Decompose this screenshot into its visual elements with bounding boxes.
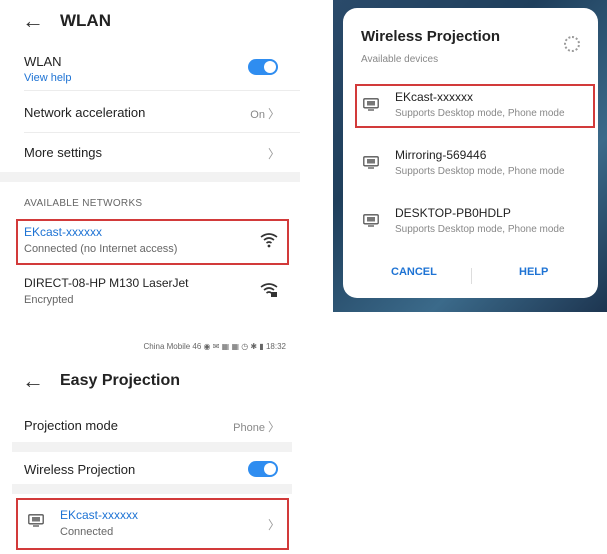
network-acceleration-status: On <box>250 109 265 121</box>
section-gap <box>0 172 300 182</box>
wireless-projection-label: Wireless Projection <box>24 462 136 477</box>
divider <box>24 90 300 91</box>
button-separator <box>471 268 472 284</box>
dialog-title: Wireless Projection <box>361 28 501 45</box>
section-gap <box>12 442 292 452</box>
easy-projection-panel: China Mobile 46 ◉ ✉ ▦ ▦ ◷ ✱ ▮ 18:32 ← Ea… <box>0 332 300 554</box>
wlan-toggle[interactable] <box>248 59 278 75</box>
view-help-link[interactable]: View help <box>24 72 280 84</box>
highlight-box <box>355 84 595 128</box>
network-name: DIRECT-08-HP M130 LaserJet <box>24 276 189 290</box>
page-title: Easy Projection <box>60 372 181 389</box>
network-acceleration-value: On 〉 <box>250 105 280 122</box>
network-acceleration-row[interactable]: Network acceleration On 〉 <box>24 105 280 122</box>
device-description: Supports Desktop mode, Phone mode <box>395 224 565 235</box>
chevron-right-icon: 〉 <box>267 420 280 434</box>
device-name: DESKTOP-PB0HDLP <box>395 206 511 220</box>
screen-mirror-icon <box>363 156 379 169</box>
loading-spinner-icon <box>564 36 580 52</box>
device-item-desktop[interactable]: DESKTOP-PB0HDLP Supports Desktop mode, P… <box>361 206 588 242</box>
wlan-label: WLAN <box>24 54 62 69</box>
device-description: Supports Desktop mode, Phone mode <box>395 166 565 177</box>
easy-projection-header: ← Easy Projection <box>22 370 180 392</box>
network-status: Encrypted <box>24 294 74 306</box>
divider <box>24 132 300 133</box>
wireless-projection-screen: Wireless Projection Available devices EK… <box>333 0 607 312</box>
cancel-button[interactable]: CANCEL <box>391 266 437 278</box>
network-item-direct-hp[interactable]: DIRECT-08-HP M130 LaserJet Encrypted <box>24 276 280 306</box>
status-bar: China Mobile 46 ◉ ✉ ▦ ▦ ◷ ✱ ▮ 18:32 <box>143 342 287 351</box>
back-arrow-icon[interactable]: ← <box>22 370 50 392</box>
highlight-box <box>16 219 289 265</box>
wlan-panel: ← WLAN WLAN View help Network accelerati… <box>0 0 300 310</box>
wifi-locked-icon <box>260 283 278 297</box>
projection-mode-value: Phone 〉 <box>233 418 280 435</box>
available-networks-heading: AVAILABLE NETWORKS <box>24 198 143 209</box>
wireless-projection-row: Wireless Projection <box>24 462 280 477</box>
page-title: WLAN <box>60 11 111 30</box>
help-button[interactable]: HELP <box>519 266 548 278</box>
wireless-projection-toggle[interactable] <box>248 461 278 477</box>
dialog-subtitle: Available devices <box>361 54 439 65</box>
wlan-toggle-row: WLAN View help <box>24 54 280 84</box>
device-name: Mirroring-569446 <box>395 148 487 162</box>
projection-mode-status: Phone <box>233 422 265 434</box>
toggle-knob <box>264 61 276 73</box>
device-item-mirroring[interactable]: Mirroring-569446 Supports Desktop mode, … <box>361 148 588 184</box>
section-gap <box>12 484 292 494</box>
highlight-box <box>16 498 289 550</box>
chevron-right-icon: 〉 <box>267 147 280 161</box>
more-settings-chevron: 〉 <box>265 145 280 162</box>
network-acceleration-label: Network acceleration <box>24 105 146 120</box>
dialog-button-row: CANCEL HELP <box>343 266 598 288</box>
more-settings-row[interactable]: More settings 〉 <box>24 145 280 162</box>
more-settings-label: More settings <box>24 145 103 160</box>
screen-mirror-icon <box>363 214 379 227</box>
wireless-projection-dialog: Wireless Projection Available devices EK… <box>343 8 598 298</box>
toggle-knob <box>264 463 276 475</box>
back-arrow-icon[interactable]: ← <box>22 10 50 32</box>
wlan-header: ← WLAN <box>22 10 111 32</box>
chevron-right-icon: 〉 <box>267 107 280 121</box>
projection-mode-row[interactable]: Projection mode Phone 〉 <box>24 418 280 435</box>
